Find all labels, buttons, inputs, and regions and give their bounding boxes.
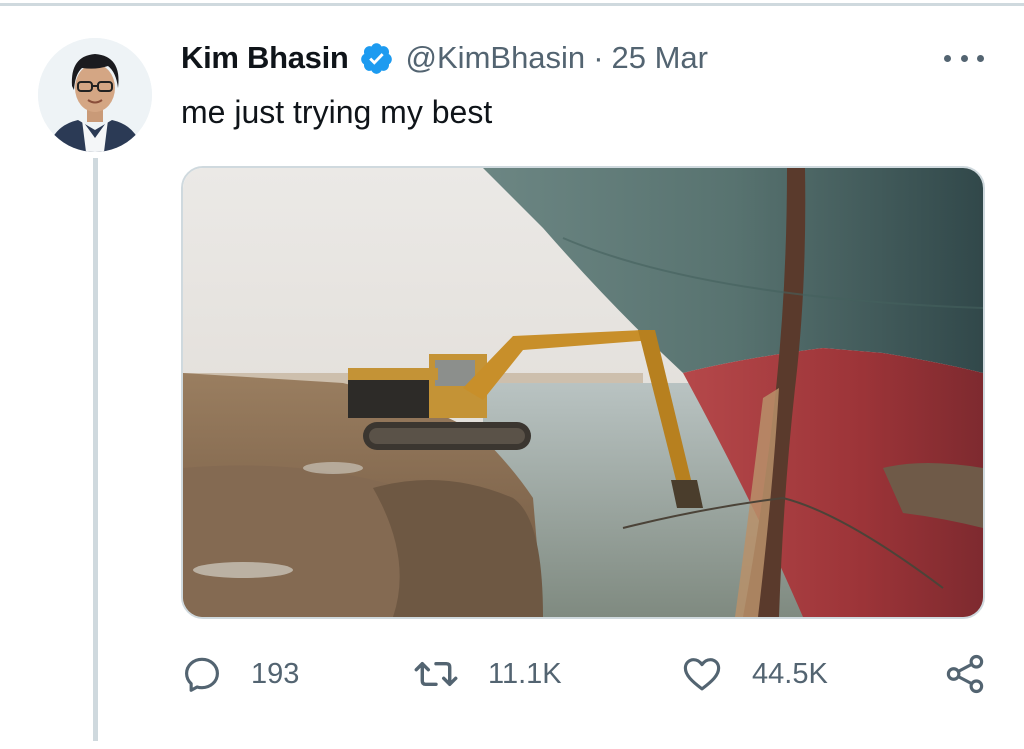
avatar[interactable]	[38, 38, 152, 152]
like-count: 44.5K	[752, 657, 828, 690]
retweet-count: 11.1K	[488, 657, 562, 690]
more-options-icon[interactable]	[944, 44, 984, 72]
more-dot	[960, 54, 968, 62]
tweet-date[interactable]: 25 Mar	[612, 40, 708, 76]
tweet-actions: 193 11.1K 44.5K	[0, 650, 1024, 698]
tweet-text: me just trying my best	[181, 94, 493, 130]
reply-count: 193	[251, 657, 300, 690]
author-handle[interactable]: @KimBhasin	[406, 40, 586, 76]
share-button[interactable]	[944, 650, 986, 698]
verified-badge-icon	[359, 41, 394, 76]
retweet-icon	[414, 662, 458, 686]
tweet-photo[interactable]	[181, 166, 985, 619]
reply-icon	[185, 657, 219, 692]
more-dot	[944, 54, 951, 62]
tweet-header: Kim Bhasin @KimBhasin · 25 Mar	[181, 36, 708, 80]
more-dot	[977, 54, 984, 62]
top-divider	[0, 3, 1024, 6]
separator-dot: ·	[593, 40, 604, 75]
reply-button[interactable]: 193	[181, 650, 299, 698]
like-button[interactable]: 44.5K	[680, 650, 828, 698]
heart-icon	[683, 658, 721, 691]
share-icon	[946, 654, 984, 694]
author-name[interactable]: Kim Bhasin	[181, 40, 349, 76]
retweet-button[interactable]: 11.1K	[412, 650, 562, 698]
